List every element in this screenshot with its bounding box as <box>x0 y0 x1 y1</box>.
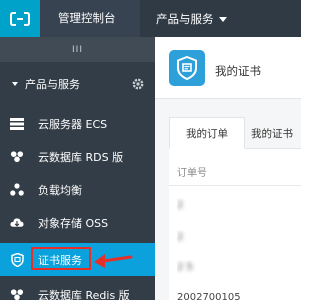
certificate-icon <box>169 50 205 86</box>
tab-bar: 我的订单 我的证书 <box>169 117 301 149</box>
sidebar-section-label: 产品与服务 <box>25 78 80 91</box>
page-header: 我的证书 <box>155 37 301 99</box>
certificate-icon <box>10 252 24 267</box>
caret-down-icon <box>218 16 227 22</box>
sidebar-item-redis[interactable]: 云数据库 Redis 版 <box>0 278 155 300</box>
top-bar: 管理控制台 产品与服务 <box>0 0 301 37</box>
table-row[interactable]: 2 <box>177 198 297 212</box>
sidebar-item-ecs[interactable]: 云服务器 ECS <box>0 107 155 140</box>
sidebar-item-certificate[interactable]: 证书服务 <box>0 243 155 276</box>
sidebar-item-slb[interactable]: 负载均衡 <box>0 173 155 206</box>
order-number-cell: 2002700105 <box>177 292 241 300</box>
content-area: 我的订单 我的证书 订单号 2 2 2 5 2002700105 <box>155 99 301 300</box>
tab-my-certificates[interactable]: 我的证书 <box>245 117 305 149</box>
sidebar-item-oss[interactable]: 对象存储 OSS <box>0 206 155 239</box>
sidebar-collapse-toggle[interactable]: III <box>0 37 155 62</box>
console-home-link[interactable]: 管理控制台 <box>58 10 116 26</box>
aliyun-logo-icon[interactable] <box>0 0 40 37</box>
annotation-arrow-icon <box>94 254 133 268</box>
load-balancer-icon <box>10 183 24 197</box>
products-services-menu[interactable]: 产品与服务 <box>140 0 301 37</box>
products-menu-label: 产品与服务 <box>156 11 214 26</box>
sidebar-section-header[interactable]: 产品与服务 <box>0 72 155 96</box>
server-icon <box>10 117 24 131</box>
table-divider <box>169 185 301 186</box>
table-row[interactable]: 2 5 <box>177 260 297 274</box>
caret-down-icon <box>12 82 18 86</box>
annotation-highlight-box <box>31 247 91 270</box>
cloud-storage-icon <box>10 216 24 230</box>
redis-icon <box>10 288 24 300</box>
sidebar-item-label: 云数据库 RDS 版 <box>38 150 124 164</box>
sidebar-item-label: 云服务器 ECS <box>38 117 108 131</box>
sidebar-item-label: 对象存储 OSS <box>38 216 109 230</box>
table-row[interactable]: 2 <box>177 230 297 244</box>
page-title: 我的证书 <box>215 64 261 78</box>
sidebar: III 产品与服务 云服务器 ECS 云数据库 RDS 版 负载均衡 对象存储 … <box>0 37 155 300</box>
tab-my-orders[interactable]: 我的订单 <box>169 117 245 149</box>
order-number-cell: 2 5 <box>177 262 193 273</box>
order-number-cell: 2 <box>177 200 184 211</box>
sidebar-item-rds[interactable]: 云数据库 RDS 版 <box>0 140 155 173</box>
sidebar-item-label: 负载均衡 <box>38 183 82 197</box>
orders-table: 订单号 2 2 2 5 2002700105 <box>169 149 301 300</box>
table-row[interactable]: 2002700105 <box>177 290 297 300</box>
database-icon <box>10 150 24 164</box>
order-number-cell: 2 <box>177 232 184 243</box>
sidebar-item-label: 云数据库 Redis 版 <box>38 288 130 300</box>
gear-icon[interactable] <box>131 77 145 91</box>
collapse-icon: III <box>72 44 83 55</box>
column-header-order-number: 订单号 <box>177 168 207 179</box>
main-content: 我的证书 我的订单 我的证书 订单号 2 2 2 5 2002700105 <box>155 37 301 300</box>
